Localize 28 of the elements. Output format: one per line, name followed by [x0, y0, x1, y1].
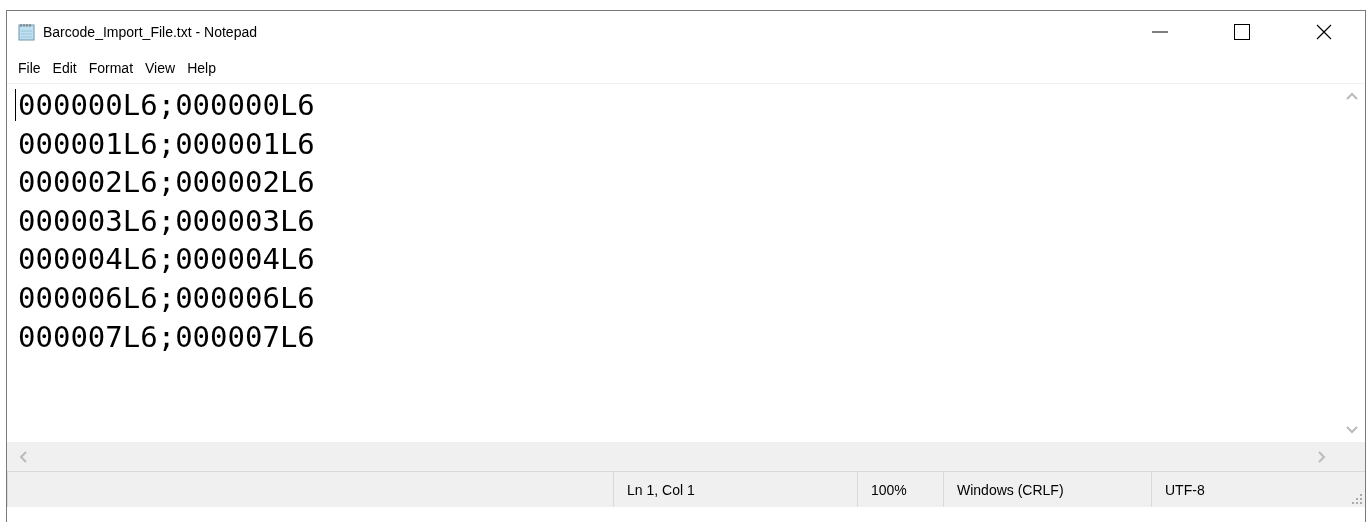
minimize-icon: [1152, 31, 1168, 33]
menu-item[interactable]: File: [12, 60, 47, 76]
menu-item[interactable]: Help: [181, 60, 222, 76]
horizontal-scrollbar[interactable]: [7, 442, 1365, 471]
text-line: 000001L6;000001L6: [18, 125, 315, 163]
scroll-up-icon[interactable]: [1345, 92, 1358, 100]
text-line: 000007L6;000007L6: [18, 318, 315, 356]
scroll-right-icon[interactable]: [1318, 450, 1326, 463]
text-line: 000003L6;000003L6: [18, 202, 315, 240]
text-line: 000002L6;000002L6: [18, 164, 315, 202]
text-line: 000006L6;000006L6: [18, 279, 315, 317]
text-line: 000004L6;000004L6: [18, 241, 315, 279]
cursor-position: Ln 1, Col 1: [627, 481, 695, 498]
line-ending: Windows (CRLF): [957, 481, 1064, 498]
zoom-level: 100%: [871, 481, 907, 498]
close-icon: [1316, 24, 1332, 40]
encoding: UTF-8: [1165, 481, 1205, 498]
window-title: Barcode_Import_File.txt - Notepad: [43, 24, 258, 40]
menu-item[interactable]: Edit: [46, 60, 83, 76]
notepad-icon: [18, 23, 35, 41]
menu-item[interactable]: Format: [82, 60, 140, 76]
resize-grip-icon[interactable]: [1352, 494, 1362, 504]
menu-item[interactable]: View: [139, 60, 182, 76]
scroll-down-icon[interactable]: [1345, 426, 1358, 434]
text-caret: [15, 89, 16, 121]
maximize-icon: [1234, 24, 1250, 40]
text-line: 000000L6;000000L6: [18, 87, 315, 124]
scroll-left-icon[interactable]: [19, 450, 27, 463]
